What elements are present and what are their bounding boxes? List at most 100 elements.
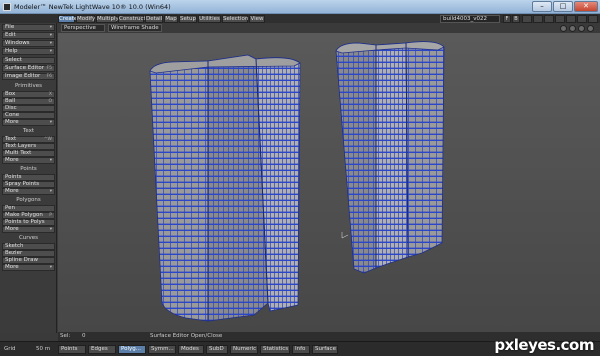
sidebar-item-sketch[interactable]: Sketch [2,243,55,250]
group-header-points: Points [20,166,37,172]
dropdown-info[interactable]: Info [292,345,310,354]
tab-selection[interactable]: Selection [222,15,248,23]
sidebar-item-box[interactable]: Box X [2,91,55,98]
tab-modify[interactable]: Modify [76,15,95,23]
hotkey-label: P [49,213,52,218]
chevron-down-icon: ▾ [49,189,52,194]
selection-label: Sel: [60,333,71,339]
sidebar-item-spline-draw[interactable]: Spline Draw [2,257,55,264]
view-type-dropdown[interactable]: Perspective [61,24,105,32]
sidebar-item-label: More [5,119,19,125]
layer-cell-4[interactable] [555,15,565,23]
grid-value: 50 m [36,346,51,352]
menu-label: Windows [5,40,30,46]
sidebar-item-label: Text [5,136,17,142]
hotkey-label: F5 [46,66,52,71]
sidebar-item-surface-editor[interactable]: Surface Editor F5 [2,65,55,72]
layer-button-b[interactable]: B [512,15,520,23]
tab-create[interactable]: Create [58,15,77,23]
tab-map[interactable]: Map [164,15,178,23]
sidebar-item-more[interactable]: More ▾ [2,157,55,164]
dropdown-surface[interactable]: Surface [312,345,338,354]
chevron-down-icon: ▾ [49,227,52,232]
sidebar-item-label: Ball [5,98,16,104]
dropdown-symm[interactable]: Symm... [148,345,176,354]
zoom-view-icon[interactable] [578,25,585,32]
sidebar-item-select[interactable]: Select [2,57,55,64]
sidebar-item-label: Make Polygon [5,212,43,218]
menu-edit[interactable]: Edit ▾ [2,32,55,39]
sidebar-item-more[interactable]: More ▾ [2,264,55,271]
sidebar-item-make-polygon[interactable]: Make Polygon P [2,212,55,219]
sidebar-item-label: Sketch [5,243,24,249]
maximize-view-icon[interactable] [587,25,594,32]
sidebar-item-disc[interactable]: Disc [2,105,55,112]
tab-detail[interactable]: Detail [145,15,163,23]
viewport-header: Perspective Wireframe Shade [58,23,600,33]
hotkey-label: X [48,92,52,97]
sidebar-item-image-editor[interactable]: Image Editor F6 [2,73,55,80]
sidebar-item-more[interactable]: More ▾ [2,188,55,195]
sidebar-item-label: More [5,264,19,270]
dropdown-subd[interactable]: SubD [206,345,228,354]
group-header-text: Text [22,128,35,134]
sidebar-item-label: Surface Editor [5,65,44,71]
hotkey-label: O [48,99,52,104]
layer-button-f[interactable]: F [503,15,511,23]
maximize-button[interactable]: □ [553,1,573,12]
sidebar-item-points[interactable]: Points [2,174,55,181]
sidebar-item-label: Text Layers [5,143,37,149]
layer-cell-6[interactable] [577,15,587,23]
window-title: Modeler™ NewTek LightWave 10® 10.0 (Win6… [14,3,171,11]
menu-file[interactable]: File ▾ [2,24,55,31]
sidebar-item-multi-text[interactable]: Multi Text [2,150,55,157]
sidebar-item-spray-points[interactable]: Spray Points [2,181,55,188]
rotate-view-icon[interactable] [569,25,576,32]
sidebar-item-text[interactable]: Text ^W [2,136,55,143]
shading-dropdown[interactable]: Wireframe Shade [108,24,162,32]
chevron-down-icon: ▾ [49,33,52,38]
hotkey-label: ^W [43,137,52,142]
tab-view[interactable]: View [249,15,265,23]
sidebar-item-pen[interactable]: Pen [2,205,55,212]
tab-utilities[interactable]: Utilities [198,15,221,23]
sidebar-item-more[interactable]: More ▾ [2,226,55,233]
sidebar-item-ball[interactable]: Ball O [2,98,55,105]
sidebar-item-cone[interactable]: Cone [2,112,55,119]
grid-label: Grid [4,346,16,352]
layer-cell-7[interactable] [588,15,598,23]
menu-help[interactable]: Help ▾ [2,48,55,55]
layer-cell-3[interactable] [544,15,554,23]
dropdown-statistics[interactable]: Statistics [260,345,290,354]
sidebar-item-points-to-polys[interactable]: Points to Polys [2,219,55,226]
chevron-down-icon: ▾ [49,265,52,270]
tab-multiply[interactable]: Multiply [96,15,119,23]
minimize-button[interactable]: – [532,1,552,12]
dropdown-modes[interactable]: Modes [178,345,204,354]
group-header-polygons: Polygons [16,197,41,203]
object-selector[interactable]: build4003_v022 [440,15,500,23]
sidebar-item-label: Cone [5,112,20,118]
chevron-down-icon: ▾ [49,158,52,163]
mode-points[interactable]: Points [58,345,86,354]
layer-cell-5[interactable] [566,15,576,23]
menu-windows[interactable]: Windows ▾ [2,40,55,47]
sidebar-item-more[interactable]: More ▾ [2,119,55,126]
move-view-icon[interactable] [560,25,567,32]
close-button[interactable]: ✕ [574,1,598,12]
menu-label: Edit [5,32,16,38]
layer-cell-1[interactable] [522,15,532,23]
tab-setup[interactable]: Setup [179,15,197,23]
tab-construct[interactable]: Construct [118,15,146,23]
sidebar-item-label: More [5,157,19,163]
sidebar-item-text-layers[interactable]: Text Layers [2,143,55,150]
sidebar-item-bezier[interactable]: Bezier [2,250,55,257]
3d-viewport[interactable] [58,33,600,332]
mode-polyg[interactable]: Polyg... [118,345,146,354]
mode-edges[interactable]: Edges [88,345,116,354]
dropdown-numeric[interactable]: Numeric [230,345,258,354]
sidebar-item-label: Disc [5,105,17,111]
menu-label: File [5,24,15,30]
watermark: pxleyes.com [494,336,594,354]
layer-cell-2[interactable] [533,15,543,23]
